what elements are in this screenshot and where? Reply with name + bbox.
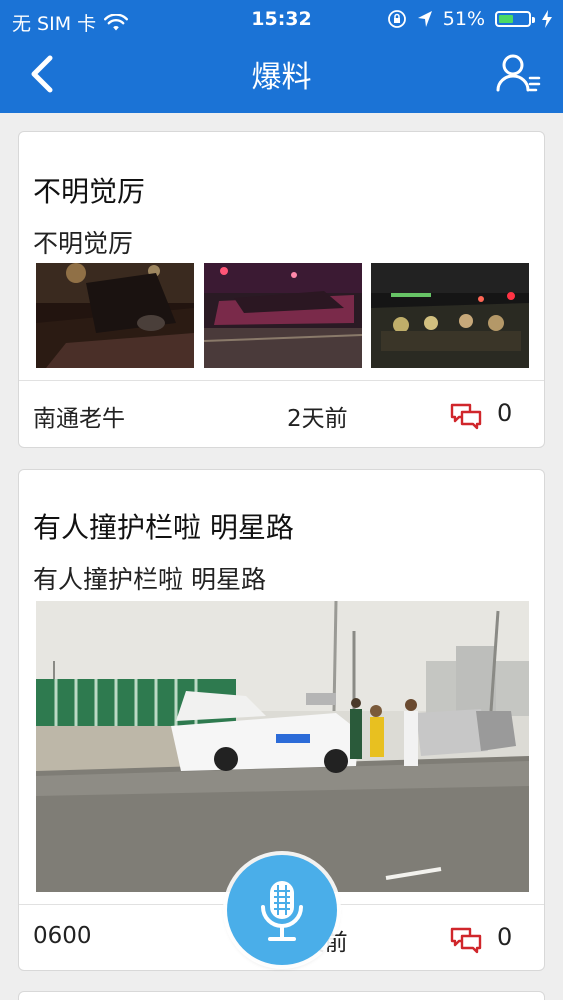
battery-cap bbox=[532, 17, 535, 23]
battery-percent: 51% bbox=[442, 8, 485, 30]
comment-icon[interactable] bbox=[450, 927, 482, 955]
battery-icon bbox=[495, 11, 535, 27]
status-bar: 无 SIM 卡 15:32 51% bbox=[0, 0, 563, 38]
microphone-icon bbox=[261, 881, 303, 941]
post-card[interactable]: 不明觉厉 不明觉厉 南通老牛 2天前 0 bbox=[18, 131, 545, 448]
post-author[interactable]: 0600 bbox=[33, 923, 92, 949]
post-card[interactable] bbox=[18, 991, 545, 1000]
app-header: 无 SIM 卡 15:32 51% 爆料 bbox=[0, 0, 563, 113]
post-author[interactable]: 南通老牛 bbox=[33, 399, 125, 433]
battery-level-fill bbox=[499, 15, 513, 23]
night-street-photo-1[interactable] bbox=[36, 263, 194, 368]
post-time: 2天前 bbox=[287, 406, 348, 432]
comment-count: 0 bbox=[497, 923, 513, 951]
post-title: 不明觉厉 bbox=[33, 175, 146, 208]
night-street-photo-3[interactable] bbox=[371, 263, 529, 368]
photo-image bbox=[204, 263, 362, 368]
voice-post-button[interactable] bbox=[227, 855, 337, 965]
comment-count: 0 bbox=[497, 399, 513, 427]
comment-icon[interactable] bbox=[450, 403, 482, 431]
post-meta-bar: 南通老牛 2天前 0 bbox=[19, 380, 544, 447]
car-accident-photo[interactable] bbox=[36, 601, 529, 892]
photo-image bbox=[36, 263, 194, 368]
status-right: 51% bbox=[387, 8, 553, 30]
location-arrow-icon bbox=[417, 11, 432, 27]
post-content: 不明觉厉 bbox=[33, 229, 134, 258]
profile-button[interactable] bbox=[495, 52, 545, 96]
charging-icon bbox=[542, 10, 552, 28]
orientation-lock-icon bbox=[387, 10, 406, 28]
post-content: 有人撞护栏啦 明星路 bbox=[33, 565, 266, 594]
photo-image bbox=[371, 263, 529, 368]
photo-image bbox=[36, 601, 529, 892]
page-title: 爆料 bbox=[251, 60, 312, 95]
night-street-photo-2[interactable] bbox=[204, 263, 362, 368]
user-icon bbox=[496, 54, 541, 92]
post-title: 有人撞护栏啦 明星路 bbox=[33, 511, 294, 544]
